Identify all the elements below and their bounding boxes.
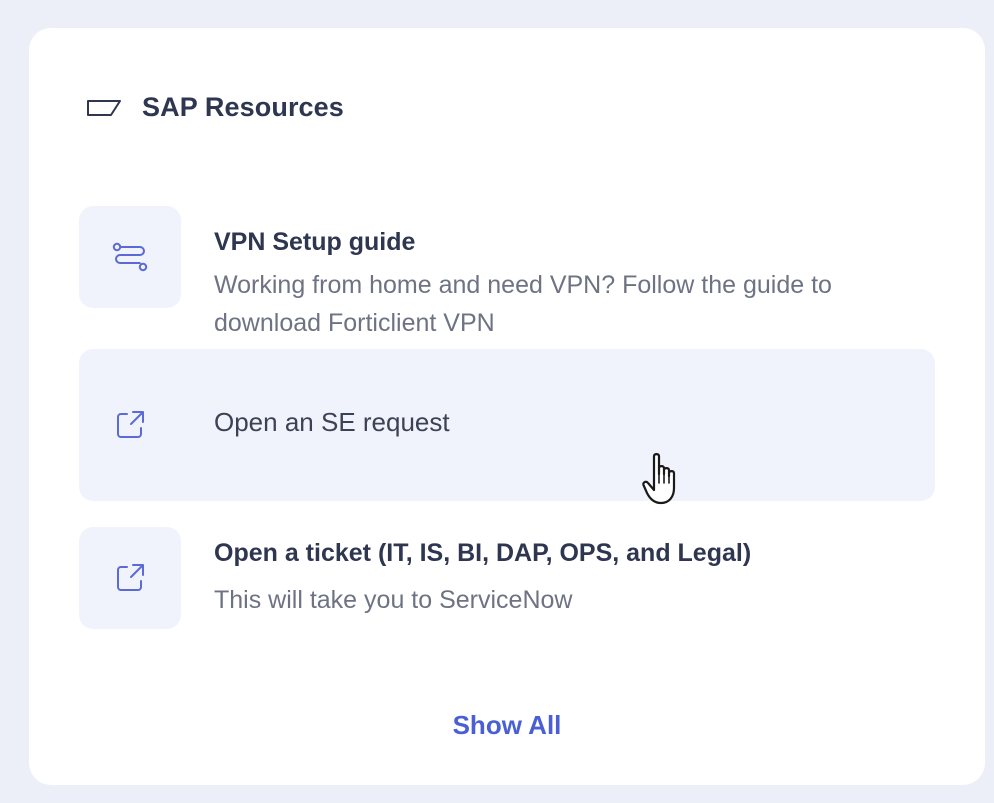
resource-icon-tile <box>79 374 181 476</box>
resource-text: Open an SE request <box>214 407 915 438</box>
resource-item-open-se-request[interactable]: Open an SE request <box>79 349 935 501</box>
page-background: SAP Resources VPN Setup guide Working fr… <box>0 0 994 803</box>
card-header: SAP Resources <box>86 92 344 123</box>
resource-title: Open an SE request <box>214 407 450 437</box>
resource-title: VPN Setup guide <box>214 228 416 256</box>
resources-card: SAP Resources VPN Setup guide Working fr… <box>29 28 985 785</box>
resource-text: VPN Setup guide Working from home and ne… <box>214 226 915 342</box>
resource-item-vpn-setup-guide[interactable]: VPN Setup guide Working from home and ne… <box>79 206 935 337</box>
resource-description: This will take you to ServiceNow <box>214 586 573 614</box>
resource-description: Working from home and need VPN? Follow t… <box>214 271 832 337</box>
card-title: SAP Resources <box>142 92 344 122</box>
show-all-link[interactable]: Show All <box>29 710 985 741</box>
resource-item-open-ticket[interactable]: Open a ticket (IT, IS, BI, DAP, OPS, and… <box>79 527 935 631</box>
resource-text: Open a ticket (IT, IS, BI, DAP, OPS, and… <box>214 537 915 619</box>
external-link-icon <box>117 564 144 591</box>
tag-icon <box>87 99 121 116</box>
external-link-icon <box>117 411 144 438</box>
resource-icon-tile <box>79 206 181 308</box>
resource-title: Open a ticket (IT, IS, BI, DAP, OPS, and… <box>214 539 752 567</box>
resource-icon-tile <box>79 527 181 629</box>
route-icon <box>112 242 148 272</box>
hand-pointer-cursor <box>642 453 676 505</box>
